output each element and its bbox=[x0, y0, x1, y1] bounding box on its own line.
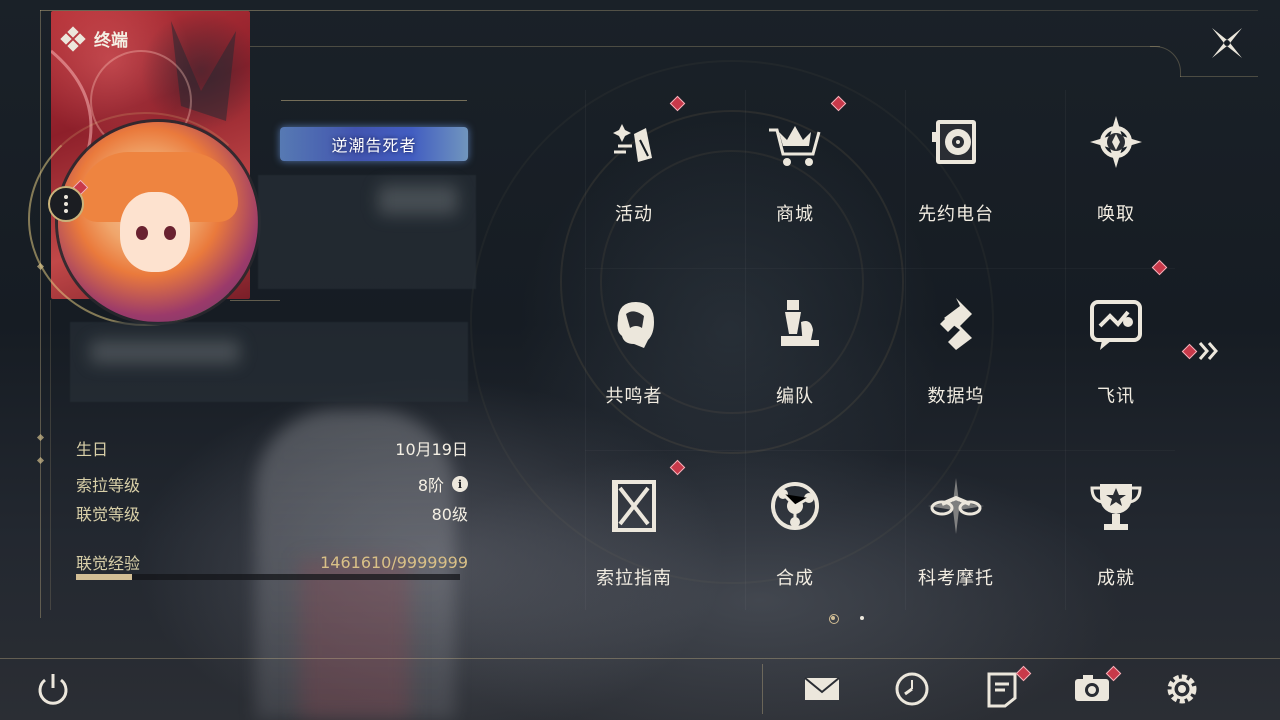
stat-birthday: 生日 10月19日 bbox=[76, 436, 468, 460]
menu-item-shop-cart[interactable]: 商城 bbox=[720, 95, 870, 248]
player-name-area bbox=[258, 175, 476, 289]
menu-item-label: 科考摩托 bbox=[918, 568, 994, 589]
stat-label: 联觉经验 bbox=[76, 554, 141, 573]
menu-item-message[interactable]: 飞讯 bbox=[1041, 259, 1191, 430]
stat-value: 8阶 bbox=[417, 476, 444, 495]
synthesis-icon bbox=[765, 476, 825, 536]
grid-line bbox=[585, 450, 1175, 451]
exp-progress-fill bbox=[76, 574, 133, 580]
menu-item-synthesis[interactable]: 合成 bbox=[720, 462, 870, 612]
menu-item-summon-compass[interactable]: 唤取 bbox=[1041, 98, 1191, 248]
player-title-badge[interactable]: 逆潮告死者 bbox=[280, 127, 468, 161]
page-indicator-active[interactable] bbox=[829, 614, 839, 624]
motorcycle-icon bbox=[926, 476, 986, 536]
stat-union-exp: 联觉经验 1461610/9999999 bbox=[76, 550, 468, 574]
activity-icon bbox=[604, 112, 664, 172]
stat-value: 80级 bbox=[431, 505, 468, 524]
menu-item-label: 合成 bbox=[776, 568, 814, 589]
message-icon bbox=[1086, 294, 1146, 354]
page-title: 终端 bbox=[94, 31, 128, 51]
notification-badge bbox=[830, 95, 847, 112]
stat-label: 联觉等级 bbox=[76, 505, 141, 524]
avatar[interactable] bbox=[58, 122, 258, 322]
menu-item-label: 成就 bbox=[1097, 568, 1135, 589]
power-icon[interactable] bbox=[32, 668, 74, 710]
exp-progress-bar bbox=[76, 574, 460, 580]
menu-item-motorcycle[interactable]: 科考摩托 bbox=[881, 462, 1031, 612]
menu-item-achievement-trophy[interactable]: 成就 bbox=[1041, 462, 1191, 612]
menu-item-guide-book[interactable]: 索拉指南 bbox=[559, 459, 709, 612]
frame-line bbox=[50, 300, 51, 610]
menu-item-label: 先约电台 bbox=[918, 204, 994, 225]
notice-icon[interactable] bbox=[981, 665, 1032, 710]
resonator-head-icon bbox=[604, 294, 664, 354]
menu-item-resonator-head[interactable]: 共鸣者 bbox=[559, 280, 709, 430]
menu-item-team-chess[interactable]: 编队 bbox=[720, 280, 870, 430]
background-character-detail bbox=[300, 560, 410, 720]
camera-icon[interactable] bbox=[1071, 665, 1122, 710]
divider bbox=[230, 300, 280, 301]
mail-icon[interactable] bbox=[801, 668, 843, 710]
notification-badge bbox=[669, 459, 686, 476]
menu-item-label: 共鸣者 bbox=[605, 386, 663, 407]
frame-line bbox=[40, 10, 41, 618]
player-title-text: 逆潮告死者 bbox=[331, 136, 417, 155]
avatar-options-button[interactable] bbox=[48, 186, 84, 222]
frame-line bbox=[1180, 76, 1258, 77]
menu-item-label: 活动 bbox=[615, 204, 653, 225]
menu-item-label: 索拉指南 bbox=[596, 568, 672, 589]
divider bbox=[281, 100, 467, 101]
close-icon[interactable] bbox=[1208, 24, 1246, 62]
info-icon[interactable]: i bbox=[452, 476, 468, 492]
frame-line bbox=[230, 46, 1160, 47]
stat-label: 生日 bbox=[76, 440, 109, 459]
summon-compass-icon bbox=[1086, 112, 1146, 172]
settings-gear-icon[interactable] bbox=[1161, 668, 1203, 710]
menu-item-label: 飞讯 bbox=[1097, 386, 1135, 407]
stat-union-level: 联觉等级 80级 bbox=[76, 501, 468, 525]
notification-badge bbox=[669, 95, 686, 112]
frame-line bbox=[0, 658, 1280, 659]
terminal-header: 终端 bbox=[60, 25, 128, 52]
menu-item-data-bank[interactable]: 数据坞 bbox=[881, 280, 1031, 430]
shop-cart-icon bbox=[765, 112, 825, 172]
achievement-trophy-icon bbox=[1086, 476, 1146, 536]
grid-line bbox=[585, 268, 1175, 269]
player-signature-area[interactable] bbox=[70, 322, 468, 402]
radio-icon bbox=[926, 112, 986, 172]
terminal-screen: 终端 逆潮告死者 生日 10月19日 索拉等级 8阶 i 联觉等级 80级 联觉经… bbox=[0, 0, 1280, 720]
guide-book-icon bbox=[604, 476, 664, 536]
exp-value: 1461610/9999999 bbox=[320, 552, 468, 572]
stat-sola-level: 索拉等级 8阶 i bbox=[76, 472, 468, 496]
menu-item-radio[interactable]: 先约电台 bbox=[881, 98, 1031, 248]
menu-item-label: 编队 bbox=[776, 386, 814, 407]
next-page-button[interactable] bbox=[1180, 338, 1224, 364]
terminal-diamond-icon bbox=[60, 25, 86, 52]
menu-item-label: 数据坞 bbox=[927, 386, 985, 407]
stat-value: 10月19日 bbox=[395, 440, 468, 459]
frame-divider bbox=[762, 664, 763, 714]
data-bank-icon bbox=[926, 294, 986, 354]
clock-icon[interactable] bbox=[891, 668, 933, 710]
menu-item-label: 唤取 bbox=[1097, 204, 1135, 225]
menu-item-activity[interactable]: 活动 bbox=[559, 95, 709, 248]
stat-label: 索拉等级 bbox=[76, 476, 141, 495]
menu-item-label: 商城 bbox=[776, 204, 814, 225]
team-chess-icon bbox=[765, 294, 825, 354]
page-indicator[interactable] bbox=[860, 616, 864, 620]
